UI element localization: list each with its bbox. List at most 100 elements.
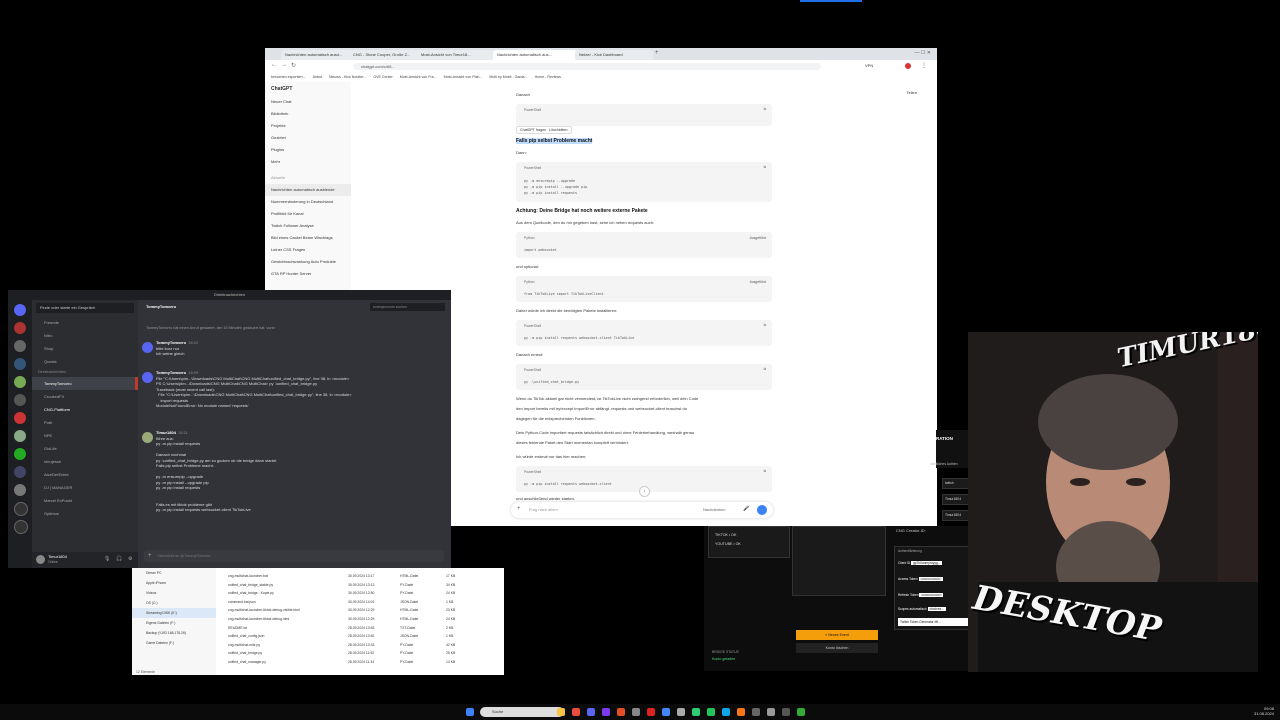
copy-icon[interactable]: ⧉ [764,367,766,371]
delete-account-button[interactable]: Konto löschen [796,643,878,653]
app-icon[interactable] [752,708,760,716]
bookmark[interactable]: besuchen exportiert... [271,75,306,79]
clock[interactable]: 09:08 31.08.2024 [1254,706,1274,716]
history-item[interactable]: Twitch Follower Analyse [265,220,351,232]
server-icon[interactable] [14,412,26,424]
server-icon[interactable] [14,358,26,370]
tree-item[interactable]: Backup (\\192.168.178.26) [132,628,216,638]
history-item[interactable]: Leiner CSS Fragen [265,244,351,256]
mic-icon[interactable]: 🎙 [104,556,110,562]
explorer-icon[interactable] [557,708,565,716]
browser-tab-active[interactable]: Nachrichten automatisch aus... [493,50,577,60]
client-id-field[interactable]: gp7b0anmpruyyg... [911,561,943,565]
dm-item[interactable]: CrookedFX [32,390,138,403]
tree-item[interactable]: Eigene Dateien (F:) [132,618,216,628]
server-icon[interactable] [14,322,26,334]
server-icon[interactable] [14,484,26,496]
file-row[interactable]: cng-multichat-mitz.py 28.09.2024 13:33 PY-… [228,641,498,650]
tree-item[interactable]: Dieser PC [132,568,216,578]
discover-icon[interactable] [14,520,28,534]
app-icon[interactable] [647,708,655,716]
bookmark[interactable]: Multi by Mobil - Garda... [489,75,527,79]
bookmark[interactable]: Most-Ansicht von Pain... [444,75,483,79]
browser-tab[interactable]: Nachrichten automatisch ausd... [281,50,351,60]
tree-item[interactable]: Apple iPhone [132,578,216,588]
bookmark[interactable]: Anbot [313,75,322,79]
mic-icon[interactable]: 🎤 [743,506,749,512]
window-controls-icon[interactable]: — ☐ ✕ [915,50,931,56]
chat-input-placeholder[interactable]: Frag nach allem [529,507,558,512]
app-icon[interactable] [707,708,715,716]
bookmark[interactable]: Nieuws - Kick Noutter... [329,75,366,79]
history-item[interactable]: Profilbild für Kanal [265,208,351,220]
browser-tab[interactable]: Most-Ansicht von Timur18... [417,50,495,60]
scopes-field[interactable]: chat:rea... [927,607,946,611]
copy-icon[interactable]: ⧉ [764,469,766,473]
dm-item[interactable]: Optimus [32,507,138,520]
nav-quests[interactable]: Quests [32,355,138,368]
dm-item[interactable]: Putti [32,416,138,429]
bookmark[interactable]: OVE Center [373,75,392,79]
dm-item[interactable]: Marcel ExPunkt [32,494,138,507]
sidebar-item-gpts[interactable]: Gezielet [265,132,351,144]
browser-tab[interactable]: CNG - Stone Cooper, Große Z... [349,50,419,60]
scroll-down-icon[interactable]: ↓ [639,486,650,497]
dm-item[interactable]: GioLife [32,442,138,455]
history-item[interactable]: Bild eines Cackel Beam Wischlags [265,232,351,244]
message-author[interactable]: Timur1804 [156,430,176,435]
app-icon[interactable] [782,708,790,716]
delete-button[interactable]: Löschbitten [549,128,567,132]
forward-icon[interactable]: → [281,62,287,68]
history-item[interactable]: Gewichtsschwankung Auto Produkte [265,256,351,268]
copy-icon[interactable]: ⧉ [764,323,766,327]
think-button[interactable]: Nachdenken [703,507,725,512]
sidebar-item-more[interactable]: Mehr [265,156,351,168]
app-icon[interactable] [737,708,745,716]
tree-item[interactable]: OS (C:) [132,598,216,608]
history-item[interactable]: Nummernänderung in Deutschland [265,196,351,208]
sidebar-item-plugins[interactable]: Plugins [265,144,351,156]
nav-friends[interactable]: Freunde [32,316,138,329]
bookmark[interactable]: Home - Reviews [535,75,561,79]
url-field[interactable]: chatgpt.com/c/68... [353,63,821,70]
dm-item-active[interactable]: TommyTomorro [32,377,138,390]
server-icon[interactable] [14,376,26,388]
message-input-placeholder[interactable]: Nachricht an @TommyTomorro [158,553,210,559]
chat-search-input[interactable]: tommytomorro suchen [370,303,445,311]
discord-icon[interactable] [587,708,595,716]
executed-label[interactable]: Ausgeführt [750,280,766,284]
server-icon[interactable] [14,466,26,478]
app-icon[interactable] [602,708,610,716]
menu-icon[interactable]: ⋮ [921,62,927,69]
avatar[interactable] [142,432,153,443]
file-row[interactable]: unified_chat_manager.py 28.09.2024 11:34 P… [228,658,498,667]
message-input[interactable]: + Nachricht an @TommyTomorro [144,550,444,562]
bookmark[interactable]: Most-Ansicht von Fra... [400,75,437,79]
dm-item[interactable]: AtzeDerEchte [32,468,138,481]
app-icon[interactable] [797,708,805,716]
gear-icon[interactable]: ⚙ [128,556,132,562]
share-button[interactable]: Teilen [907,90,917,95]
new-tab-icon[interactable]: + [655,50,659,56]
chrome-icon[interactable] [662,708,670,716]
app-icon[interactable] [617,708,625,716]
file-row[interactable]: cng-multichat-launcher-tiktok-debug-visi… [228,606,498,615]
dm-item[interactable]: CNG-Plattform [32,403,138,416]
file-row[interactable]: unified_chat_bridge_stable.py 30.09.2024 … [228,581,498,590]
app-icon[interactable] [572,708,580,716]
refresh-token-field[interactable]: •••••••••••••••••• [919,593,944,597]
discord-home-icon[interactable] [14,304,26,316]
file-row[interactable]: unified_chat_bridge - Kopie.py 30.09.2024… [228,589,498,598]
taskbar-search[interactable]: Suche [480,707,564,717]
file-row[interactable]: cng-multichat-launcher-tiktok-debug.html… [228,615,498,624]
file-row[interactable]: unified_chat_config.json 28.09.2024 13:52… [228,632,498,641]
copy-icon[interactable]: ⧉ [764,165,766,169]
send-button[interactable] [757,505,767,515]
sidebar-item-library[interactable]: Bibliothek [265,108,351,120]
file-row[interactable]: unified_chat_bridge.py 28.09.2024 11:52 PY… [228,649,498,658]
server-icon[interactable] [14,448,26,460]
sidebar-item-projects[interactable]: Projekte [265,120,351,132]
dm-search-input[interactable]: Finde oder starte ein Gespräch [36,303,134,313]
tree-item[interactable]: Game Dateien (F:) [132,638,216,648]
executed-label[interactable]: Ausgeführt [750,236,766,240]
